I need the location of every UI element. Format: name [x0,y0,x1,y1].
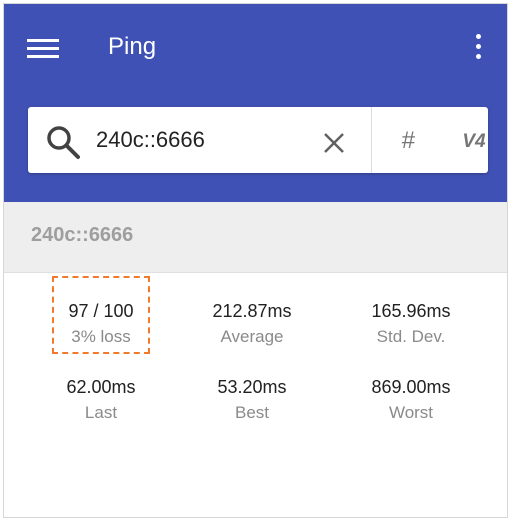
stat-value: 53.20ms [217,377,287,397]
stat-label: Average [220,327,284,346]
stat-label: Last [84,403,118,422]
host-input[interactable] [96,125,296,155]
stat-value: 62.00ms [66,377,136,397]
stat-average: 212.87ms Average [187,300,317,348]
app-bar: Ping # V4 [4,4,507,202]
stat-label: Best [234,403,270,422]
stat-value: 869.00ms [371,377,451,397]
host-header: 240c::6666 [4,202,507,273]
app-frame: Ping # V4 240c::6666 97 / 100 3% loss 21… [3,3,508,518]
host-label: 240c::6666 [31,224,134,246]
app-title: Ping [108,33,157,60]
stat-label: Worst [388,403,434,422]
hash-button[interactable]: # [396,127,420,155]
more-options-icon[interactable] [466,30,490,62]
stat-value: 165.96ms [371,301,451,321]
stat-std-dev: 165.96ms Std. Dev. [346,300,476,348]
stat-best: 53.20ms Best [187,376,317,424]
host-search-box: # V4 [28,107,488,173]
ip-version-button[interactable]: V4 [460,129,488,155]
stat-label: Std. Dev. [376,327,446,346]
menu-icon[interactable] [27,34,59,62]
stat-value: 212.87ms [212,301,292,321]
search-divider [371,107,372,173]
stat-last: 62.00ms Last [36,376,166,424]
stat-worst: 869.00ms Worst [346,376,476,424]
search-icon [47,126,80,159]
highlight-box [52,276,150,354]
clear-icon[interactable] [322,131,346,155]
